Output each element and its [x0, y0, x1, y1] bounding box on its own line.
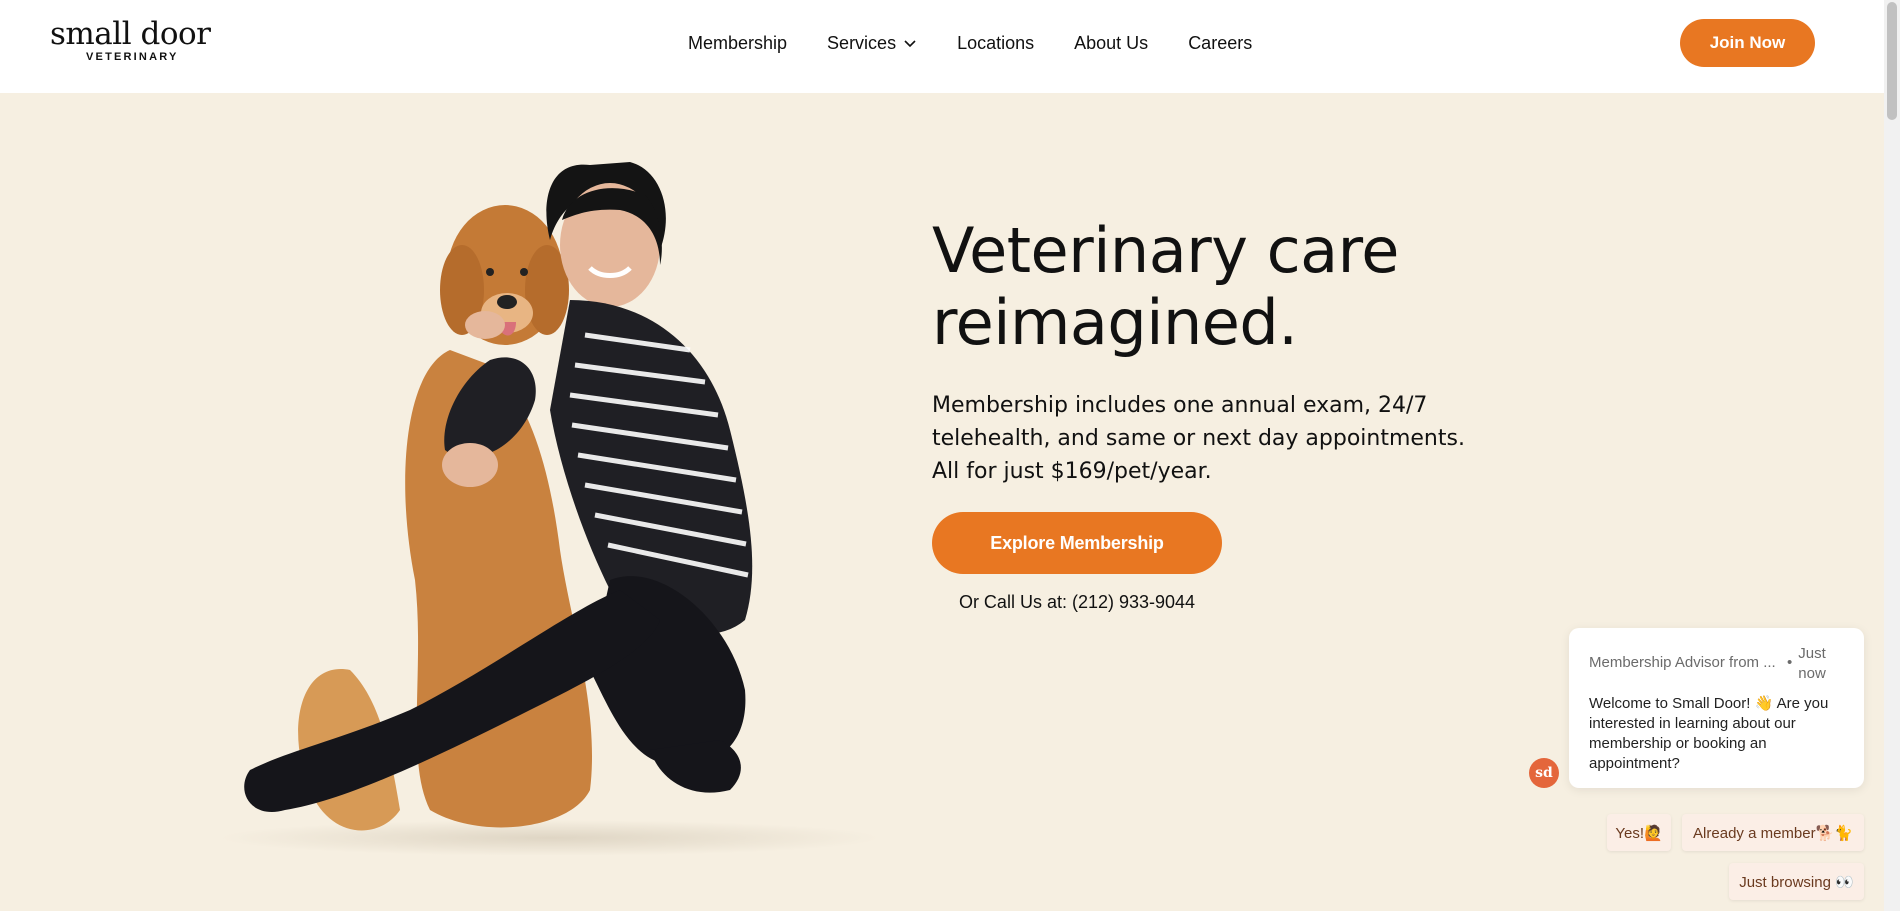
join-now-button[interactable]: Join Now: [1680, 19, 1815, 67]
nav-services-label: Services: [827, 32, 897, 53]
chevron-down-icon: [904, 40, 916, 48]
site-header: small door VETERINARY Membership Service…: [0, 0, 1884, 93]
logo-wordmark: small door: [50, 16, 211, 52]
explore-membership-button[interactable]: Explore Membership: [932, 512, 1222, 574]
nav-membership[interactable]: Membership: [688, 33, 787, 54]
main-nav: Membership Services Locations About Us C…: [688, 30, 1252, 56]
chat-sender: Membership Advisor from ...: [1589, 654, 1776, 671]
hero-subtext: Membership includes one annual exam, 24/…: [932, 393, 1465, 484]
chat-avatar[interactable]: sd: [1529, 758, 1559, 788]
hero-text-block: Veterinary care reimagined. Membership i…: [932, 215, 1492, 488]
chat-message-text: Welcome to Small Door! 👋 Are you interes…: [1589, 695, 1829, 772]
page-scrollbar[interactable]: [1884, 0, 1900, 911]
quick-reply-already-member[interactable]: Already a member🐕🐈: [1682, 814, 1864, 851]
quick-reply-yes[interactable]: Yes!🙋: [1607, 814, 1671, 851]
hero-image: [220, 162, 880, 855]
nav-services[interactable]: Services: [827, 33, 917, 54]
chat-separator: •: [1787, 654, 1793, 671]
nav-locations-label: Locations: [957, 32, 1035, 53]
nav-careers[interactable]: Careers: [1188, 33, 1252, 54]
nav-about-us-label: About Us: [1074, 32, 1149, 53]
small-door-logo[interactable]: small door VETERINARY: [50, 16, 220, 66]
chat-message-bubble[interactable]: Membership Advisor from ... • Just now W…: [1569, 628, 1864, 788]
call-us-text[interactable]: Or Call Us at: (212) 933-9044: [932, 592, 1222, 613]
nav-careers-label: Careers: [1188, 32, 1253, 53]
scrollbar-thumb[interactable]: [1887, 2, 1897, 120]
chat-timestamp: Just now: [1798, 645, 1826, 682]
nav-membership-label: Membership: [688, 32, 788, 53]
headline-line-2: reimagined.: [932, 286, 1298, 359]
nav-about-us[interactable]: About Us: [1074, 33, 1148, 54]
logo-subtitle: VETERINARY: [86, 51, 179, 63]
chat-meta: Membership Advisor from ... • Just now: [1589, 644, 1844, 684]
quick-reply-just-browsing[interactable]: Just browsing 👀: [1729, 863, 1864, 900]
hero-headline: Veterinary care reimagined.: [932, 215, 1492, 359]
nav-locations[interactable]: Locations: [957, 33, 1034, 54]
headline-line-1: Veterinary care: [932, 214, 1399, 287]
